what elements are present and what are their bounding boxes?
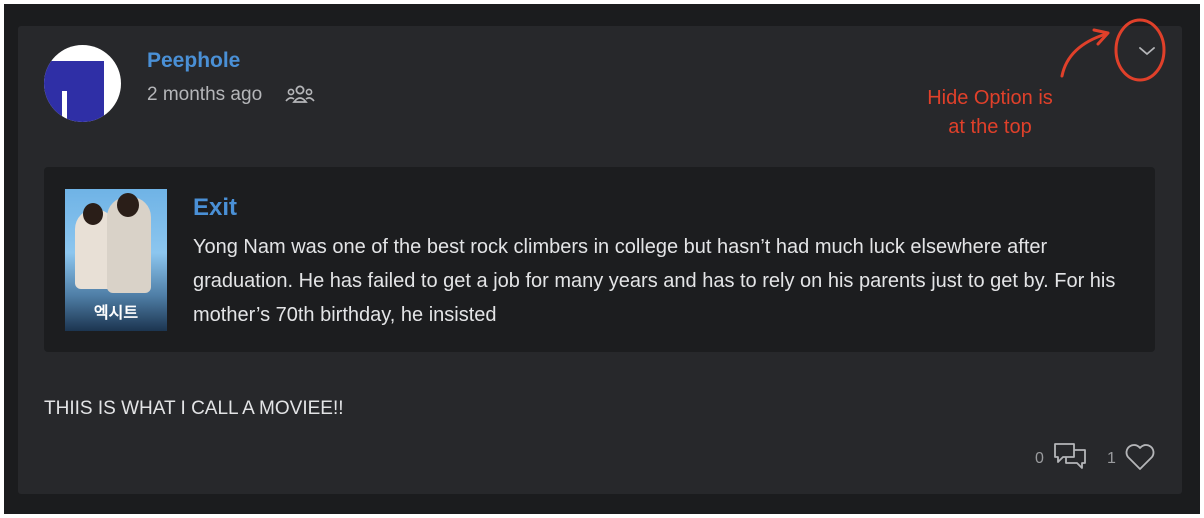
comment-icon[interactable] bbox=[1052, 441, 1088, 473]
heart-icon[interactable] bbox=[1124, 443, 1156, 471]
avatar[interactable] bbox=[44, 45, 121, 122]
post-timestamp: 2 months ago bbox=[147, 84, 263, 105]
movie-title[interactable]: Exit bbox=[193, 194, 237, 222]
comment-count: 0 bbox=[1035, 450, 1044, 467]
annotation-circle-arrow bbox=[1060, 18, 1166, 82]
post-text: THIIS IS WHAT I CALL A MOVIEE!! bbox=[44, 398, 344, 419]
annotation-text: Hide Option is at the top bbox=[900, 84, 1080, 142]
poster-head-right bbox=[117, 193, 139, 217]
like-count: 1 bbox=[1107, 450, 1116, 467]
movie-description: Yong Nam was one of the best rock climbe… bbox=[193, 236, 1116, 326]
people-icon bbox=[285, 85, 315, 103]
annotation-line-2: at the top bbox=[948, 116, 1032, 138]
poster-title: 엑시트 bbox=[93, 305, 139, 322]
avatar-image-block bbox=[44, 61, 104, 122]
post-username[interactable]: Peephole bbox=[147, 49, 240, 73]
avatar-image-stripe bbox=[62, 91, 67, 122]
movie-poster[interactable]: 엑시트 bbox=[65, 189, 167, 331]
annotation-line-1: Hide Option is bbox=[927, 87, 1053, 109]
poster-head-left bbox=[83, 203, 103, 225]
